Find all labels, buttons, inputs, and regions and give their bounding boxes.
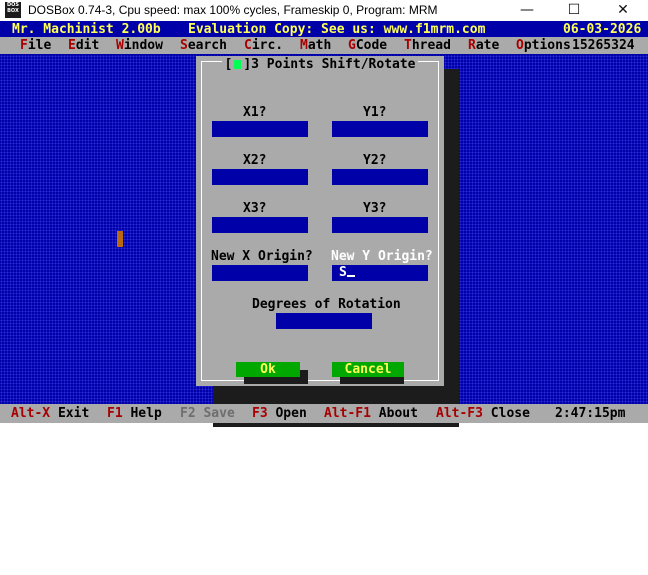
degrees-input[interactable] [276,313,372,329]
degrees-label: Degrees of Rotation [252,297,401,312]
new-x-origin-input[interactable] [212,265,308,281]
text-cursor [346,275,355,277]
shortcut-label: Help [130,406,162,421]
new-x-origin-label: New X Origin? [211,249,313,264]
menu-label: Code [355,38,388,53]
shortcut-key: Alt-F1 [324,406,371,421]
menu-circ[interactable]: Circ. [244,37,283,54]
ok-button[interactable]: Ok [236,362,300,377]
window-title: DOSBox 0.74-3, Cpu speed: max 100% cycle… [28,3,438,17]
menu-hotkey: G [348,38,356,53]
app-name: Mr. Machinist 2.00b [12,22,161,37]
new-y-origin-input[interactable]: S [332,265,428,281]
app-date: 06-03-2026 [563,22,642,37]
menu-search[interactable]: Search [180,37,227,54]
new-y-origin-value: S [339,265,347,280]
menu-thread[interactable]: Thread [404,37,451,54]
menu-bar: File Edit Window Search Circ. Math GCode… [0,37,648,54]
x2-label: X2? [243,153,267,168]
close-button[interactable]: ✕ [600,0,646,21]
shortcut-key: F2 [180,406,196,421]
menu-label: dit [75,38,100,53]
shortcut-label: Open [275,406,307,421]
shortcut-key: F1 [107,406,123,421]
evaluation-notice: Evaluation Copy: See us: www.f1mrm.com [188,22,486,37]
dialog-title: []3 Points Shift/Rotate [222,57,418,72]
menu-hotkey: W [116,38,124,53]
x3-label: X3? [243,201,267,216]
menu-hotkey: C [244,38,252,53]
menu-options[interactable]: Options [516,37,571,54]
menu-window[interactable]: Window [116,37,163,54]
x1-label: X1? [243,105,267,120]
status-open[interactable]: F3 Open [252,404,307,423]
shortcut-key: F3 [252,406,268,421]
shortcut-key: Alt-F3 [436,406,483,421]
menu-hotkey: M [300,38,308,53]
dosbox-app-icon: DOS BOX [5,2,21,18]
menu-label: ptions [523,38,571,53]
cursor-marker [117,231,123,247]
status-close[interactable]: Alt-F3 Close [436,404,530,423]
y1-input[interactable] [332,121,428,137]
menu-label: irc. [251,38,284,53]
menu-hotkey: T [404,38,412,53]
menu-hotkey: E [68,38,76,53]
x1-input[interactable] [212,121,308,137]
shortcut-label: About [378,406,418,421]
menu-label: hread [411,38,451,53]
new-y-origin-label: New Y Origin? [331,249,433,264]
menu-label: ath [307,38,332,53]
menu-rate[interactable]: Rate [468,37,499,54]
status-save: F2 Save [180,404,235,423]
shortcut-key: Alt-X [11,406,51,421]
menu-hotkey: F [20,38,28,53]
dialog-title-text: 3 Points Shift/Rotate [251,57,416,72]
shortcut-label: Close [490,406,530,421]
status-help[interactable]: F1 Help [107,404,162,423]
shortcut-label: Save [203,406,235,421]
menu-label: ile [27,38,52,53]
maximize-button[interactable]: ☐ [551,0,597,21]
shortcut-label: Exit [57,406,90,421]
x2-input[interactable] [212,169,308,185]
y3-label: Y3? [363,201,387,216]
dos-screen: Mr. Machinist 2.00b Evaluation Copy: See… [0,21,648,427]
minimize-button[interactable]: — [504,0,550,21]
y1-label: Y1? [363,105,387,120]
status-bar: Alt-X Exit F1 Help F2 Save F3 Open Alt-F… [0,404,648,423]
menu-label: earch [187,38,227,53]
menu-math[interactable]: Math [300,37,331,54]
menu-label: ate [475,38,500,53]
menu-gcode[interactable]: GCode [348,37,387,54]
menu-number: 15265324 [572,38,635,53]
app-title-bar: Mr. Machinist 2.00b Evaluation Copy: See… [0,21,648,38]
menu-edit[interactable]: Edit [68,37,99,54]
menu-hotkey: R [468,38,476,53]
y2-label: Y2? [363,153,387,168]
shift-rotate-dialog: []3 Points Shift/Rotate X1? Y1? X2? Y2? … [196,56,444,386]
status-about[interactable]: Alt-F1 About [324,404,418,423]
window-title-bar: DOS BOX DOSBox 0.74-3, Cpu speed: max 10… [0,0,648,22]
menu-label: indow [123,38,163,53]
status-exit[interactable]: Alt-X Exit [11,404,89,423]
y3-input[interactable] [332,217,428,233]
x3-input[interactable] [212,217,308,233]
cancel-button[interactable]: Cancel [332,362,404,377]
menu-hotkey: S [180,38,188,53]
status-clock: 2:47:15pm [555,406,626,421]
menu-file[interactable]: File [20,37,51,54]
close-box-icon[interactable] [234,60,242,69]
menu-hotkey: O [516,38,524,53]
y2-input[interactable] [332,169,428,185]
